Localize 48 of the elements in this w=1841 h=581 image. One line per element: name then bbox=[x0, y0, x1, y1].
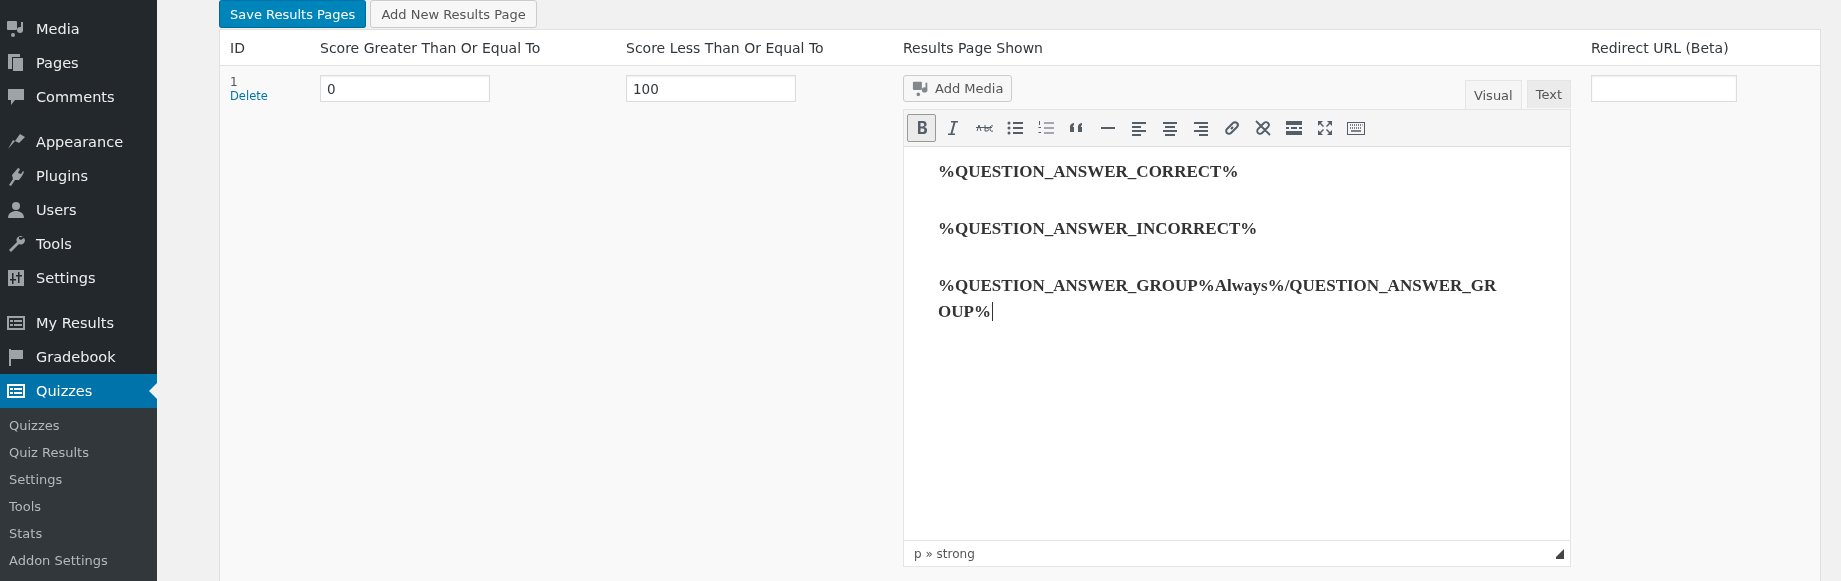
max-score-field[interactable]: 100 bbox=[626, 75, 796, 102]
save-button[interactable]: Save Results Pages bbox=[219, 0, 367, 28]
add-button[interactable]: Add New Results Page bbox=[370, 0, 537, 28]
gradebook-icon bbox=[6, 347, 26, 367]
editor-paragraph: %QUESTION_ANSWER_CORRECT% bbox=[938, 161, 1240, 183]
resize-handle-icon[interactable] bbox=[1556, 548, 1566, 559]
sidebar-item[interactable]: Quizzes bbox=[0, 374, 157, 408]
users-icon bbox=[6, 200, 26, 220]
sidebar-item[interactable]: Gradebook bbox=[0, 340, 157, 374]
sidebar-item[interactable]: Plugins bbox=[0, 159, 157, 193]
submenu-item[interactable]: Tools bbox=[0, 494, 157, 521]
submenu-item[interactable]: Stats bbox=[0, 521, 157, 548]
submenu-item[interactable]: Quizzes bbox=[0, 413, 157, 440]
column-header: Score Less Than Or Equal To bbox=[626, 39, 824, 56]
pages-icon bbox=[6, 53, 26, 73]
media-icon bbox=[912, 79, 930, 98]
rule-icon bbox=[1100, 126, 1115, 130]
sidebar-item[interactable]: Settings bbox=[0, 261, 157, 295]
unlink-icon bbox=[1252, 118, 1273, 138]
sidebar-item[interactable]: Pages bbox=[0, 46, 157, 80]
editor-tab[interactable]: Text bbox=[1526, 80, 1571, 108]
element-path: p » strong bbox=[914, 546, 975, 561]
comments-icon bbox=[6, 87, 26, 107]
sidebar-item[interactable]: Users bbox=[0, 193, 157, 227]
column-header: ID bbox=[230, 39, 245, 56]
redirect-url-field[interactable] bbox=[1591, 75, 1737, 102]
editor-tab[interactable]: Visual bbox=[1464, 80, 1522, 109]
add-media-button[interactable]: Add Media bbox=[903, 75, 1013, 102]
submenu-item[interactable]: Settings bbox=[0, 467, 157, 494]
sidebar-item[interactable]: Media bbox=[0, 12, 157, 46]
plugins-icon bbox=[6, 166, 26, 186]
media-icon bbox=[6, 19, 26, 39]
column-header: Redirect URL (Beta) bbox=[1591, 39, 1729, 56]
column-header: Results Page Shown bbox=[903, 39, 1043, 56]
submenu-item[interactable]: Quiz Results bbox=[0, 440, 157, 467]
sidebar-item[interactable]: My Results bbox=[0, 306, 157, 340]
editor-paragraph: %QUESTION_ANSWER_GROUP%Always%/QUESTION_ANSWER_GROUP% bbox=[938, 275, 1498, 323]
min-score-field[interactable]: 0 bbox=[320, 75, 490, 102]
delete-link[interactable]: Delete bbox=[230, 89, 268, 103]
row-id: 1 bbox=[230, 75, 239, 89]
sidebar-item[interactable]: Appearance bbox=[0, 125, 157, 159]
sidebar-item[interactable]: Tools bbox=[0, 227, 157, 261]
submenu-item[interactable]: Addon Settings bbox=[0, 548, 157, 575]
sidebar-item[interactable]: Comments bbox=[0, 80, 157, 114]
column-header: Score Greater Than Or Equal To bbox=[320, 39, 541, 56]
editor-paragraph: %QUESTION_ANSWER_INCORRECT% bbox=[938, 218, 1259, 240]
settings-icon bbox=[6, 268, 26, 288]
bold-button[interactable] bbox=[907, 114, 936, 142]
